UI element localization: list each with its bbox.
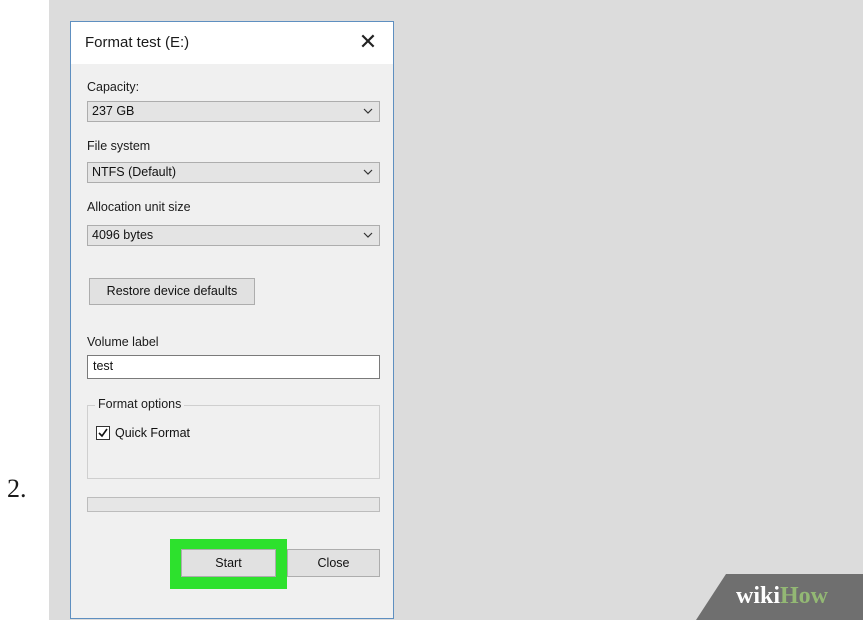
checkbox-box: [96, 426, 110, 440]
page: 2. Format test (E:) ✕ Capacity: 237 GB F…: [0, 0, 863, 620]
watermark-wiki: wiki: [736, 583, 781, 609]
allocation-unit-value: 4096 bytes: [92, 228, 154, 242]
close-icon[interactable]: ✕: [355, 29, 381, 55]
volume-label-label: Volume label: [87, 335, 159, 349]
file-system-label: File system: [87, 139, 151, 153]
capacity-value: 237 GB: [92, 104, 135, 118]
title-bar: Format test (E:) ✕: [71, 22, 393, 64]
capacity-dropdown[interactable]: 237 GB: [87, 101, 380, 122]
wikihow-watermark: wikiHow: [696, 574, 863, 620]
quick-format-label: Quick Format: [115, 426, 191, 440]
watermark-how: How: [780, 583, 829, 609]
dialog-title: Format test (E:): [85, 34, 190, 51]
checkmark-icon: [98, 428, 108, 438]
volume-label-input[interactable]: test: [87, 355, 380, 379]
format-progress-bar: [87, 497, 380, 512]
format-options-legend: Format options: [95, 397, 185, 411]
restore-defaults-button[interactable]: Restore device defaults: [89, 278, 255, 305]
chevron-down-icon: [363, 232, 373, 238]
file-system-value: NTFS (Default): [92, 165, 177, 179]
chevron-down-icon: [363, 169, 373, 175]
watermark-text: wikiHow: [736, 583, 828, 610]
start-button[interactable]: Start: [181, 549, 276, 577]
format-options-group: Format options Quick Format: [87, 397, 380, 479]
step-number: 2.: [7, 474, 27, 503]
screenshot-canvas: Format test (E:) ✕ Capacity: 237 GB File…: [49, 0, 863, 620]
chevron-down-icon: [363, 108, 373, 114]
allocation-unit-dropdown[interactable]: 4096 bytes: [87, 225, 380, 246]
close-button[interactable]: Close: [287, 549, 380, 577]
format-dialog: Format test (E:) ✕ Capacity: 237 GB File…: [70, 21, 394, 619]
allocation-unit-label: Allocation unit size: [87, 200, 191, 214]
file-system-dropdown[interactable]: NTFS (Default): [87, 162, 380, 183]
capacity-label: Capacity:: [87, 80, 140, 94]
